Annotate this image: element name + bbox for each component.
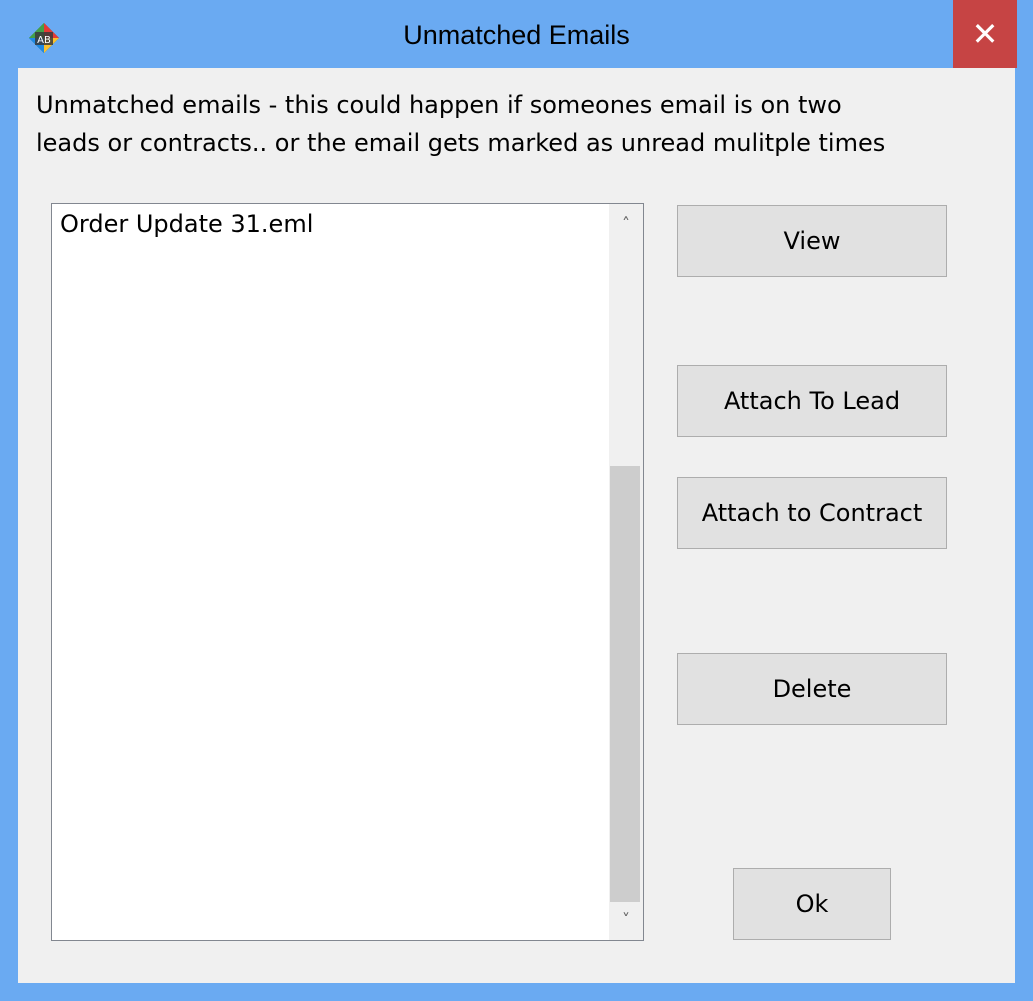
attach-to-contract-button[interactable]: Attach to Contract <box>677 477 947 549</box>
ok-button[interactable]: Ok <box>733 868 891 940</box>
window-title: Unmatched Emails <box>403 20 630 50</box>
dialog-body: Unmatched emails - this could happen if … <box>18 68 1015 983</box>
list-item[interactable]: Order Update 31.eml <box>60 210 313 238</box>
instruction-line-2: leads or contracts.. or the email gets m… <box>36 129 886 157</box>
title-bar[interactable]: AB Unmatched Emails ✕ <box>0 0 1033 68</box>
delete-button[interactable]: Delete <box>677 653 947 725</box>
chevron-down-icon[interactable]: ˅ <box>609 900 643 940</box>
close-button[interactable]: ✕ <box>953 0 1017 68</box>
email-listbox[interactable]: Order Update 31.eml ˄ ˅ <box>51 203 644 941</box>
view-button[interactable]: View <box>677 205 947 277</box>
instruction-text: Unmatched emails - this could happen if … <box>36 86 996 162</box>
unmatched-emails-window: AB Unmatched Emails ✕ Unmatched emails -… <box>0 0 1033 1001</box>
scrollbar-thumb[interactable] <box>610 466 640 902</box>
attach-to-lead-button[interactable]: Attach To Lead <box>677 365 947 437</box>
close-icon: ✕ <box>971 15 999 53</box>
instruction-line-1: Unmatched emails - this could happen if … <box>36 91 842 119</box>
chevron-up-icon[interactable]: ˄ <box>609 204 643 244</box>
vertical-scrollbar[interactable]: ˄ ˅ <box>609 204 643 940</box>
